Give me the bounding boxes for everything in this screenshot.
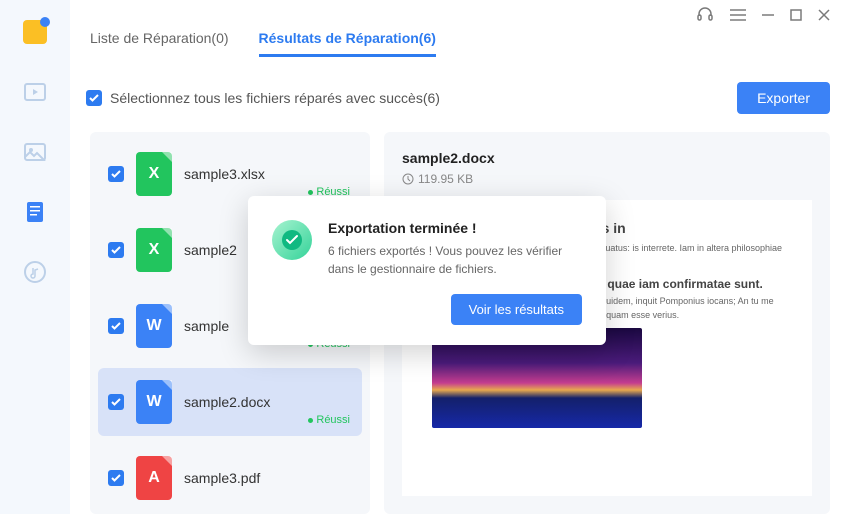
size-icon — [402, 173, 414, 185]
file-item[interactable]: Asample3.pdf — [98, 444, 362, 512]
select-all-label: Sélectionnez tous les fichiers réparés a… — [110, 90, 440, 106]
image-icon[interactable] — [23, 140, 47, 164]
modal-title: Exportation terminée ! — [328, 220, 477, 236]
file-type-icon: X — [136, 152, 172, 196]
file-type-icon: W — [136, 304, 172, 348]
app-logo-icon — [23, 20, 47, 44]
file-type-icon: A — [136, 456, 172, 500]
file-item[interactable]: Wsample2.docx Réussi — [98, 368, 362, 436]
modal-message: 6 fichiers exportés ! Vous pouvez les vé… — [328, 242, 582, 278]
document-icon[interactable] — [23, 200, 47, 224]
export-complete-modal: Exportation terminée ! 6 fichiers export… — [248, 196, 606, 345]
close-icon[interactable] — [818, 9, 830, 21]
tab-repair-results[interactable]: Résultats de Réparation(6) — [259, 30, 436, 57]
file-type-icon: X — [136, 228, 172, 272]
file-name: sample2.docx — [184, 394, 352, 410]
success-icon — [272, 220, 312, 260]
tabs: Liste de Réparation(0) Résultats de Répa… — [70, 30, 850, 64]
checkbox-icon[interactable] — [108, 318, 124, 334]
maximize-icon[interactable] — [790, 9, 802, 21]
checkbox-icon[interactable] — [108, 166, 124, 182]
export-button[interactable]: Exporter — [737, 82, 830, 114]
file-type-icon: W — [136, 380, 172, 424]
view-results-button[interactable]: Voir les résultats — [451, 294, 582, 325]
preview-title: sample2.docx — [402, 150, 812, 166]
checkbox-icon[interactable] — [108, 242, 124, 258]
menu-icon[interactable] — [730, 9, 746, 21]
sidebar — [0, 0, 70, 514]
minimize-icon[interactable] — [762, 9, 774, 21]
audio-icon[interactable] — [23, 260, 47, 284]
tab-repair-list[interactable]: Liste de Réparation(0) — [90, 30, 229, 57]
checkbox-icon[interactable] — [86, 90, 102, 106]
select-all-row[interactable]: Sélectionnez tous les fichiers réparés a… — [86, 90, 440, 106]
titlebar — [70, 0, 850, 30]
file-name: sample3.xlsx — [184, 166, 352, 182]
status-badge: Réussi — [308, 414, 350, 426]
checkbox-icon[interactable] — [108, 470, 124, 486]
support-icon[interactable] — [696, 6, 714, 24]
video-icon[interactable] — [23, 80, 47, 104]
toolbar: Sélectionnez tous les fichiers réparés a… — [70, 64, 850, 132]
preview-size: 119.95 KB — [402, 172, 812, 186]
checkbox-icon[interactable] — [108, 394, 124, 410]
file-name: sample3.pdf — [184, 470, 352, 486]
